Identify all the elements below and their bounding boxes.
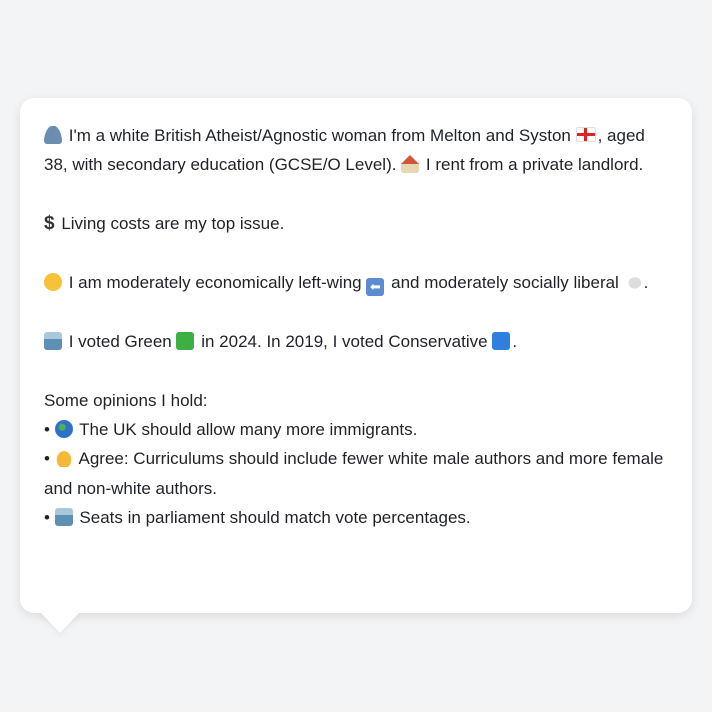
ballot-box-icon bbox=[44, 331, 62, 350]
speech-bubble-tail bbox=[40, 612, 80, 633]
thinking-face-icon bbox=[44, 273, 62, 291]
ideology: I am moderately economically left-wing ⬅… bbox=[44, 268, 668, 297]
voting-history: I voted Green in 2024. In 2019, I voted … bbox=[44, 327, 668, 356]
dollar-icon: $ bbox=[44, 213, 55, 235]
thumbs-up-icon bbox=[54, 449, 73, 468]
opinion-item: • Agree: Curriculums should include fewe… bbox=[44, 449, 664, 498]
england-flag-icon bbox=[575, 127, 596, 142]
opinion-item: • The UK should allow many more immigran… bbox=[44, 420, 418, 439]
ballot-box-icon bbox=[54, 508, 73, 527]
dove-icon bbox=[623, 273, 642, 291]
top-issue: $ Living costs are my top issue. bbox=[44, 209, 668, 238]
bio-paragraph: I'm a white British Atheist/Agnostic wom… bbox=[44, 126, 645, 175]
person-icon bbox=[44, 126, 62, 144]
globe-icon bbox=[54, 420, 73, 438]
opinion-item: • Seats in parliament should match vote … bbox=[44, 508, 471, 528]
house-icon bbox=[401, 155, 420, 174]
left-arrow-icon: ⬅ bbox=[366, 278, 385, 296]
green-square-icon bbox=[176, 331, 195, 350]
persona-speech-bubble: I'm a white British Atheist/Agnostic wom… bbox=[20, 98, 692, 613]
opinions-heading: Some opinions I hold: bbox=[44, 390, 208, 410]
blue-square-icon bbox=[492, 331, 511, 350]
